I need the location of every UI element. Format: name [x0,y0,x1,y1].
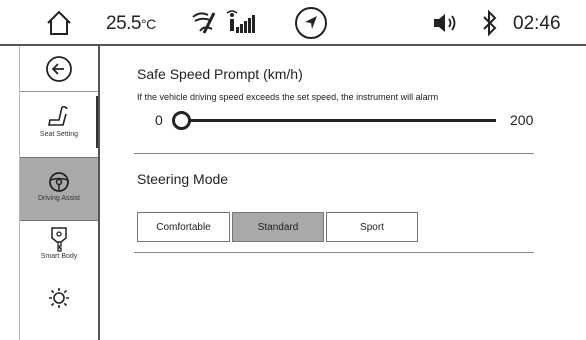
steering-mode-title: Steering Mode [137,171,229,187]
sidebar-item-driving-assist[interactable]: Driving Assist [20,157,98,221]
temperature-unit: °C [140,16,156,32]
slider-handle[interactable] [172,111,191,130]
light-icon [49,288,69,308]
fan-icon[interactable] [190,9,220,37]
section-divider [134,153,534,154]
home-icon[interactable] [44,9,74,37]
safe-speed-title: Safe Speed Prompt (km/h) [137,66,303,82]
volume-icon[interactable] [432,12,462,34]
key-icon [51,227,67,252]
slider-min-label: 0 [155,112,163,128]
bluetooth-icon[interactable] [482,9,498,37]
sidebar-item-label: Driving Assist [37,195,80,202]
sidebar-item-seat-setting[interactable]: Seat Setting [20,104,98,154]
seat-icon [48,105,68,126]
clock: 02:46 [513,13,561,34]
steering-mode-selector: Comfortable Standard Sport [137,212,420,244]
mode-standard-button[interactable]: Standard [232,212,324,242]
safe-speed-description: If the vehicle driving speed exceeds the… [137,92,439,102]
section-divider [134,252,534,253]
slider-max-label: 200 [510,112,534,128]
safe-speed-slider[interactable] [182,119,496,122]
status-bar: 25.5°C 02:46 [0,0,586,46]
mode-sport-button[interactable]: Sport [326,212,418,242]
driving-assist-panel: Safe Speed Prompt (km/h) If the vehicle … [100,46,586,340]
signal-icon [224,9,260,37]
back-button[interactable] [20,46,98,92]
sidebar-item-label: Smart Body [40,253,78,260]
sidebar-item-label: Seat Setting [39,131,79,138]
sidebar-item-smart-body[interactable]: Smart Body [20,226,98,278]
mode-comfortable-button[interactable]: Comfortable [137,212,230,242]
steering-wheel-icon [49,172,69,192]
navigation-icon[interactable] [294,6,328,40]
back-arrow-icon [46,56,72,82]
temperature-readout: 25.5°C [106,13,156,35]
sidebar-item-lighting[interactable] [20,286,98,326]
temperature-value: 25.5 [106,13,141,34]
screen: 25.5°C 02:46 Seat Setting Driving Assist… [0,0,586,340]
sidebar: Seat Setting Driving Assist Smart Body [0,46,100,340]
